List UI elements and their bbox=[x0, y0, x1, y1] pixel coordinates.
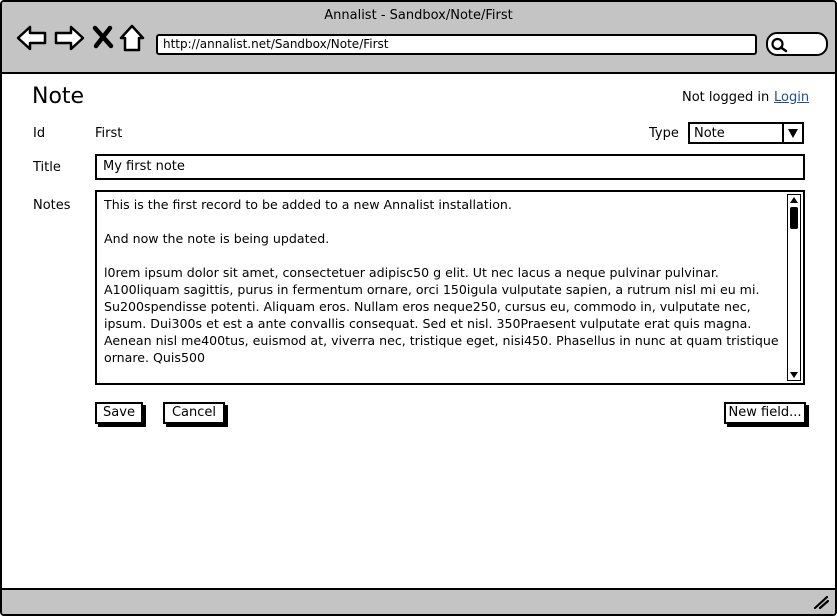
scrollbar-thumb[interactable] bbox=[790, 207, 798, 229]
login-link[interactable]: Login bbox=[774, 90, 809, 105]
browser-window: Annalist - Sandbox/Note/First http://ann… bbox=[0, 0, 837, 616]
window-title: Annalist - Sandbox/Note/First bbox=[324, 8, 513, 23]
forward-arrow-icon[interactable] bbox=[53, 22, 85, 54]
notes-text: This is the first record to be added to … bbox=[104, 196, 784, 383]
back-arrow-icon[interactable] bbox=[16, 22, 48, 54]
page-title: Note bbox=[32, 84, 85, 109]
type-select-toggle[interactable] bbox=[782, 124, 802, 142]
scroll-up-icon[interactable] bbox=[789, 196, 799, 204]
type-select-value: Note bbox=[694, 126, 725, 141]
title-label: Title bbox=[33, 160, 61, 175]
notes-textarea[interactable]: This is the first record to be added to … bbox=[95, 190, 805, 385]
type-select[interactable]: Note bbox=[688, 122, 804, 144]
title-input[interactable]: My first note bbox=[95, 154, 805, 180]
browser-search-box[interactable] bbox=[766, 32, 828, 56]
login-status: Not logged in bbox=[682, 90, 770, 105]
search-icon bbox=[771, 37, 788, 53]
new-field-button[interactable]: New field... bbox=[724, 402, 806, 424]
status-bar bbox=[2, 588, 835, 614]
address-bar[interactable]: http://annalist.net/Sandbox/Note/First bbox=[156, 34, 757, 55]
type-label: Type bbox=[649, 126, 679, 141]
dropdown-arrow-icon bbox=[788, 129, 798, 138]
notes-label: Notes bbox=[33, 198, 71, 213]
resize-grip-icon[interactable] bbox=[813, 595, 829, 609]
save-button[interactable]: Save bbox=[95, 402, 143, 424]
browser-toolbar: Annalist - Sandbox/Note/First http://ann… bbox=[2, 2, 835, 74]
notes-paragraph: This is the first record to be added to … bbox=[104, 197, 512, 212]
home-icon[interactable] bbox=[118, 22, 150, 54]
scroll-down-icon[interactable] bbox=[789, 371, 799, 379]
id-label: Id bbox=[33, 126, 46, 141]
id-value: First bbox=[95, 126, 123, 141]
notes-paragraph: And now the note is being updated. bbox=[104, 231, 330, 246]
notes-paragraph: l0rem ipsum dolor sit amet, consectetuer… bbox=[104, 265, 779, 365]
page-content: Note Not logged in Login Id First Type N… bbox=[2, 74, 835, 588]
notes-scrollbar[interactable] bbox=[787, 194, 801, 381]
stop-icon[interactable] bbox=[90, 24, 116, 50]
cancel-button[interactable]: Cancel bbox=[163, 402, 225, 424]
